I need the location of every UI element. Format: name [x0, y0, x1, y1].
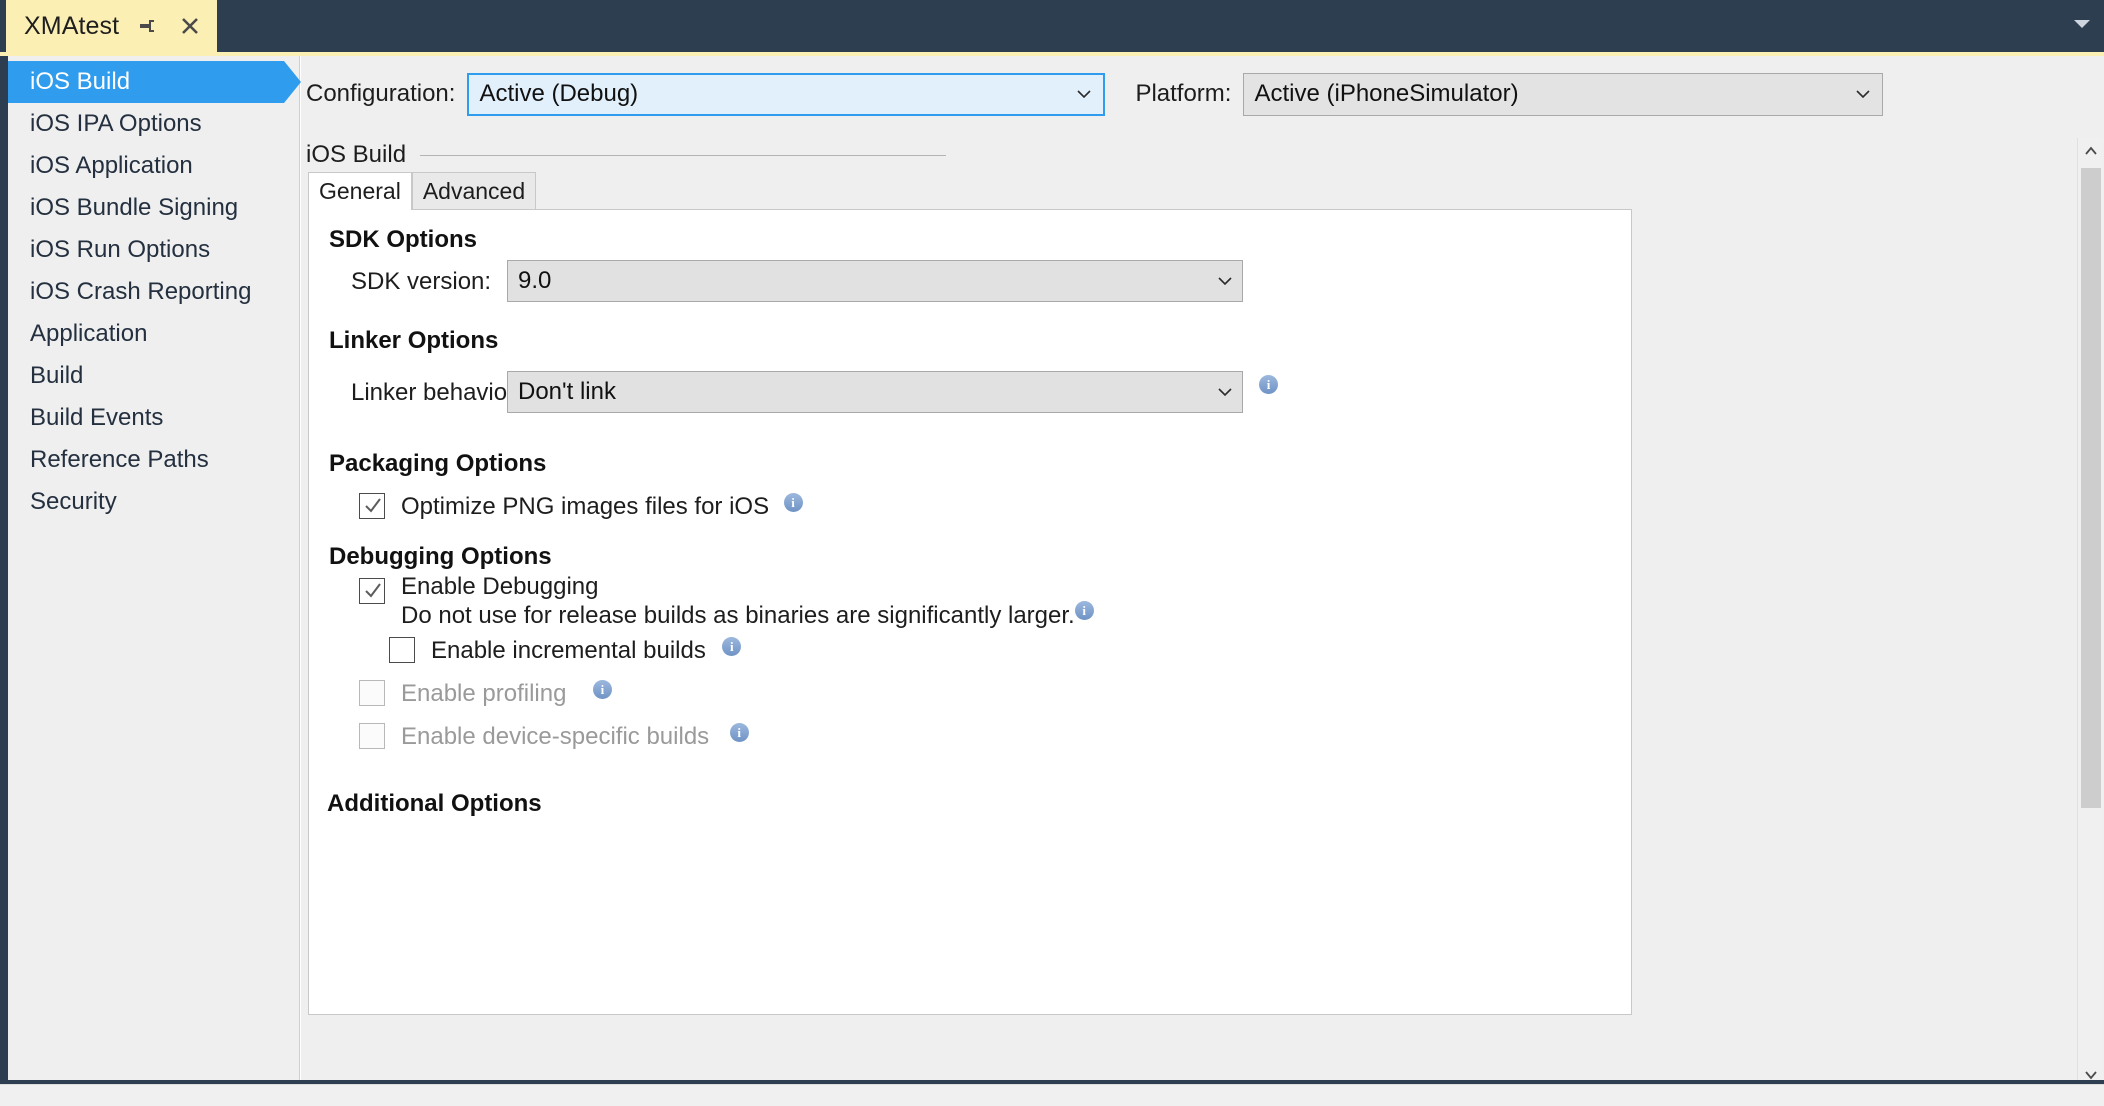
sidebar-list: iOS Build iOS IPA Options iOS Applicatio… [8, 61, 300, 523]
enable-incremental-row: Enable incremental builds i [389, 637, 741, 665]
enable-profiling-text: Enable profiling i [401, 680, 612, 708]
chevron-down-icon[interactable] [2074, 20, 2090, 28]
properties-content-pane: Configuration: Active (Debug) Platform: … [301, 56, 2104, 1106]
packaging-options-heading: Packaging Options [329, 450, 546, 478]
chevron-down-icon [1071, 81, 1097, 107]
sidebar-item-label: iOS Crash Reporting [30, 278, 251, 306]
close-icon[interactable] [177, 13, 203, 39]
sidebar-item-label: Build [30, 362, 83, 390]
sidebar-item-label: iOS Build [30, 68, 130, 96]
sidebar-item-label: Reference Paths [30, 446, 209, 474]
sidebar-item-ios-crash-reporting[interactable]: iOS Crash Reporting [8, 271, 300, 313]
scroll-up-arrow-icon[interactable] [2078, 138, 2104, 164]
optimize-png-label: Optimize PNG images files for iOS [401, 493, 769, 520]
sidebar-item-ios-build[interactable]: iOS Build [8, 61, 284, 103]
sidebar-item-label: iOS IPA Options [30, 110, 202, 138]
platform-dropdown[interactable]: Active (iPhoneSimulator) [1243, 73, 1883, 116]
configuration-label: Configuration: [306, 80, 455, 108]
tab-advanced[interactable]: Advanced [412, 172, 536, 210]
build-tabstrip: General Advanced [308, 172, 2026, 210]
info-icon[interactable]: i [722, 637, 741, 656]
enable-profiling-checkbox [359, 680, 385, 706]
title-bar: XMAtest [0, 0, 2104, 52]
info-icon[interactable]: i [784, 493, 803, 512]
document-tab-label: XMAtest [24, 12, 119, 41]
enable-debugging-checkbox[interactable] [359, 578, 385, 604]
enable-profiling-label: Enable profiling [401, 680, 566, 707]
enable-debugging-sub-row: Do not use for release builds as binarie… [401, 601, 1094, 631]
sidebar-item-label: iOS Run Options [30, 236, 210, 264]
sidebar-rail [0, 56, 8, 1106]
enable-debugging-text: Enable Debugging Do not use for release … [401, 573, 1094, 631]
enable-profiling-row: Enable profiling i [359, 680, 612, 708]
enable-device-specific-row: Enable device-specific builds i [359, 723, 749, 751]
enable-device-specific-checkbox [359, 723, 385, 749]
info-icon[interactable]: i [1075, 601, 1094, 620]
sdk-version-label: SDK version: [351, 268, 491, 296]
general-tab-panel: SDK Options SDK version: 9.0 Linker Opti… [308, 209, 1632, 1015]
sidebar-item-ios-ipa-options[interactable]: iOS IPA Options [8, 103, 300, 145]
optimize-png-text: Optimize PNG images files for iOS i [401, 493, 803, 521]
configuration-value: Active (Debug) [479, 80, 1071, 108]
chevron-down-icon [1214, 381, 1236, 403]
sidebar-item-ios-run-options[interactable]: iOS Run Options [8, 229, 300, 271]
tab-general-label: General [319, 178, 401, 205]
enable-device-specific-text: Enable device-specific builds i [401, 723, 749, 751]
enable-device-specific-label: Enable device-specific builds [401, 723, 709, 750]
sidebar-item-label: iOS Bundle Signing [30, 194, 238, 222]
info-icon[interactable]: i [593, 680, 612, 699]
sidebar-item-ios-application[interactable]: iOS Application [8, 145, 300, 187]
vertical-scrollbar[interactable] [2077, 138, 2103, 1088]
linker-behavior-value: Don't link [518, 378, 1214, 406]
sidebar-item-application[interactable]: Application [8, 313, 300, 355]
sdk-options-heading: SDK Options [329, 226, 477, 254]
sdk-version-dropdown[interactable]: 9.0 [507, 260, 1243, 302]
platform-label: Platform: [1135, 80, 1231, 108]
enable-debugging-sub: Do not use for release builds as binarie… [401, 602, 1075, 629]
sidebar-item-build-events[interactable]: Build Events [8, 397, 300, 439]
optimize-png-checkbox[interactable] [359, 493, 385, 519]
additional-options-heading: Additional Options [327, 790, 542, 818]
enable-incremental-text: Enable incremental builds i [431, 637, 741, 665]
groupbox-header: iOS Build [306, 138, 2026, 172]
properties-sidebar: iOS Build iOS IPA Options iOS Applicatio… [0, 56, 300, 1106]
scrollbar-thumb[interactable] [2081, 168, 2101, 808]
enable-debugging-label: Enable Debugging [401, 573, 1094, 601]
linker-behavior-label: Linker behavior: [351, 379, 522, 407]
linker-behavior-dropdown[interactable]: Don't link [507, 371, 1243, 413]
configuration-toolbar: Configuration: Active (Debug) Platform: … [301, 64, 2104, 124]
debugging-options-heading: Debugging Options [329, 543, 552, 571]
document-tab-xmatest[interactable]: XMAtest [6, 0, 217, 52]
configuration-dropdown[interactable]: Active (Debug) [467, 73, 1105, 116]
enable-incremental-label: Enable incremental builds [431, 637, 706, 664]
enable-incremental-checkbox[interactable] [389, 637, 415, 663]
platform-value: Active (iPhoneSimulator) [1254, 80, 1850, 108]
tab-advanced-label: Advanced [423, 178, 525, 205]
sidebar-item-security[interactable]: Security [8, 481, 300, 523]
optimize-png-row: Optimize PNG images files for iOS i [359, 493, 803, 521]
tab-general[interactable]: General [308, 172, 412, 210]
sdk-version-value: 9.0 [518, 267, 1214, 295]
chevron-down-icon [1214, 270, 1236, 292]
groupbox-title: iOS Build [306, 141, 420, 169]
horizontal-scrollbar[interactable] [0, 1084, 2104, 1106]
pin-icon[interactable] [135, 13, 161, 39]
info-icon[interactable]: i [730, 723, 749, 742]
ios-build-groupbox: iOS Build General Advanced SDK Options S… [306, 138, 2026, 1088]
sidebar-item-build[interactable]: Build [8, 355, 300, 397]
info-icon[interactable]: i [1259, 375, 1278, 394]
chevron-down-icon [1850, 81, 1876, 107]
visual-studio-project-properties-window: XMAtest iOS Build [0, 0, 2104, 1106]
sidebar-item-ios-bundle-signing[interactable]: iOS Bundle Signing [8, 187, 300, 229]
sidebar-item-reference-paths[interactable]: Reference Paths [8, 439, 300, 481]
linker-options-heading: Linker Options [329, 327, 498, 355]
enable-debugging-row: Enable Debugging Do not use for release … [359, 573, 1094, 631]
groupbox-rule [420, 155, 946, 156]
sidebar-item-label: Security [30, 488, 117, 516]
sidebar-item-label: Build Events [30, 404, 163, 432]
sidebar-item-label: iOS Application [30, 152, 193, 180]
sidebar-item-label: Application [30, 320, 147, 348]
